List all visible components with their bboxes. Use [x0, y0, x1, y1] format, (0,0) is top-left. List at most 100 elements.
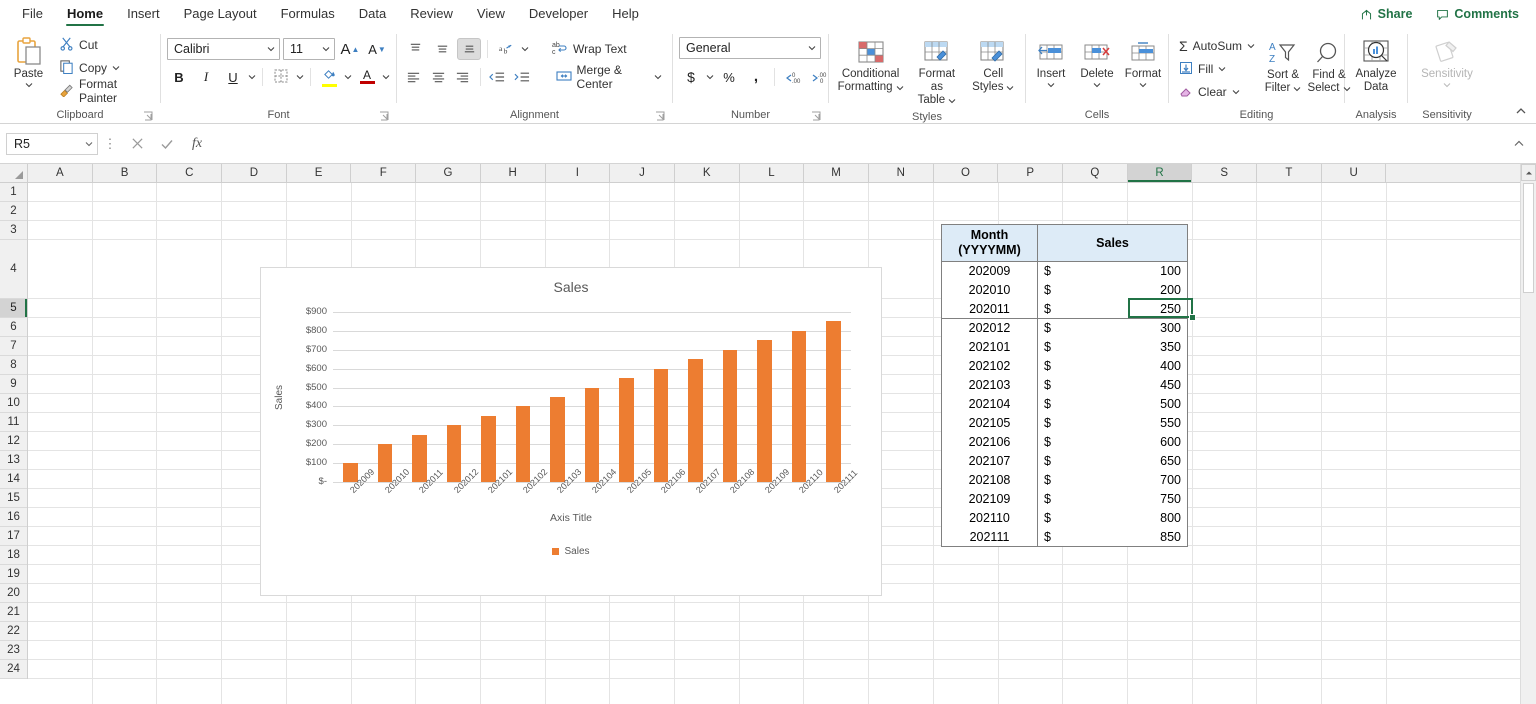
row-header-14[interactable]: 14 [0, 470, 27, 489]
delete-cells-button[interactable]: Delete [1075, 34, 1119, 91]
cell-sales[interactable]: $200 [1038, 281, 1188, 300]
copy-button[interactable]: Copy [55, 57, 154, 79]
decrease-font-size-button[interactable]: A▼ [365, 38, 389, 60]
chart-bar[interactable] [447, 425, 462, 482]
row-header-21[interactable]: 21 [0, 603, 27, 622]
cell-sales[interactable]: $650 [1038, 452, 1188, 471]
row-header-3[interactable]: 3 [0, 221, 27, 240]
row-header-10[interactable]: 10 [0, 394, 27, 413]
chart-bar[interactable] [688, 359, 703, 482]
tab-review[interactable]: Review [398, 0, 465, 28]
chart-bar[interactable] [723, 350, 738, 482]
column-header-h[interactable]: H [481, 164, 546, 182]
column-header-g[interactable]: G [416, 164, 481, 182]
cell-month[interactable]: 202103 [942, 376, 1038, 395]
cell-area[interactable]: Sales Sales $-$100$200$300$400$500$600$7… [28, 183, 1536, 704]
number-format-combo[interactable]: General [679, 37, 821, 59]
cell-month[interactable]: 202105 [942, 414, 1038, 433]
cell-sales[interactable]: $800 [1038, 509, 1188, 528]
column-header-r[interactable]: R [1128, 164, 1193, 182]
table-row[interactable]: 202109$750 [942, 490, 1188, 509]
paste-chevron-down-icon[interactable] [25, 81, 33, 89]
number-dialog-launcher[interactable] [811, 111, 822, 122]
column-header-c[interactable]: C [157, 164, 222, 182]
vertical-scrollbar[interactable] [1520, 164, 1536, 704]
chart-bar[interactable] [516, 406, 531, 482]
cell-month[interactable]: 202012 [942, 319, 1038, 338]
format-as-table-button[interactable]: Format as Table [908, 34, 965, 109]
font-color-button[interactable]: A [355, 66, 379, 88]
cell-month[interactable]: 202107 [942, 452, 1038, 471]
paste-button[interactable]: Paste [6, 34, 51, 91]
cell-sales[interactable]: $400 [1038, 357, 1188, 376]
format-cells-button[interactable]: Format [1121, 34, 1165, 91]
chart-bar[interactable] [619, 378, 634, 482]
clear-button[interactable]: Clear [1175, 81, 1259, 103]
chart-bar[interactable] [378, 444, 393, 482]
table-row[interactable]: 202009$100 [942, 262, 1188, 281]
borders-button[interactable] [269, 66, 293, 88]
select-all-corner[interactable] [0, 164, 28, 183]
name-box[interactable]: R5 [6, 133, 98, 155]
sensitivity-button[interactable]: Sensitivity [1414, 34, 1480, 91]
cell-month[interactable]: 202111 [942, 528, 1038, 547]
insert-cells-button[interactable]: Insert [1029, 34, 1073, 91]
underline-chevron-down-icon[interactable] [248, 73, 256, 81]
row-header-11[interactable]: 11 [0, 413, 27, 432]
comma-format-button[interactable]: , [744, 66, 768, 88]
autosum-button[interactable]: Σ AutoSum [1175, 35, 1259, 57]
cell-month[interactable]: 202109 [942, 490, 1038, 509]
cell-sales[interactable]: $700 [1038, 471, 1188, 490]
italic-button[interactable]: I [194, 66, 218, 88]
fill-handle[interactable] [1189, 314, 1196, 321]
fill-chevron-down-icon[interactable] [1218, 65, 1226, 73]
font-name-combo[interactable]: Calibri [167, 38, 280, 60]
cell-sales[interactable]: $500 [1038, 395, 1188, 414]
currency-chevron-down-icon[interactable] [706, 73, 714, 81]
name-box-chevron-down-icon[interactable] [85, 140, 93, 148]
row-header-23[interactable]: 23 [0, 641, 27, 660]
increase-indent-button[interactable] [511, 66, 533, 88]
align-top-button[interactable] [403, 38, 427, 60]
insert-function-icon[interactable]: fx [182, 132, 212, 156]
formula-bar-grip[interactable]: ⋮ [98, 136, 122, 152]
cell-sales[interactable]: $450 [1038, 376, 1188, 395]
row-header-4[interactable]: 4 [0, 240, 27, 299]
tab-view[interactable]: View [465, 0, 517, 28]
cell-sales[interactable]: $850 [1038, 528, 1188, 547]
font-color-chevron-down-icon[interactable] [382, 73, 390, 81]
font-name-chevron-down-icon[interactable] [267, 45, 275, 53]
conditional-formatting-chevron-down-icon[interactable] [896, 84, 904, 92]
cell-sales[interactable]: $300 [1038, 319, 1188, 338]
row-header-20[interactable]: 20 [0, 584, 27, 603]
row-header-17[interactable]: 17 [0, 527, 27, 546]
table-row[interactable]: 202107$650 [942, 452, 1188, 471]
column-header-t[interactable]: T [1257, 164, 1322, 182]
comments-button[interactable]: Comments [1427, 3, 1528, 25]
table-row[interactable]: 202103$450 [942, 376, 1188, 395]
cell-month[interactable]: 202011 [942, 300, 1038, 319]
confirm-edit-icon[interactable] [152, 132, 182, 156]
cell-sales[interactable]: $100 [1038, 262, 1188, 281]
clear-chevron-down-icon[interactable] [1232, 88, 1240, 96]
insert-chevron-down-icon[interactable] [1047, 81, 1055, 89]
row-header-18[interactable]: 18 [0, 546, 27, 565]
increase-font-size-button[interactable]: A▲ [338, 38, 362, 60]
column-header-j[interactable]: J [610, 164, 675, 182]
expand-formula-bar-button[interactable] [1508, 133, 1530, 155]
cell-month[interactable]: 202009 [942, 262, 1038, 281]
column-header-e[interactable]: E [287, 164, 352, 182]
format-as-table-chevron-down-icon[interactable] [948, 97, 956, 105]
column-header-o[interactable]: O [934, 164, 999, 182]
sort-filter-button[interactable]: AZ Sort & Filter [1261, 35, 1305, 97]
sort-filter-chevron-down-icon[interactable] [1293, 85, 1301, 93]
decrease-indent-button[interactable] [486, 66, 508, 88]
format-painter-button[interactable]: Format Painter [55, 80, 154, 102]
chart-bar[interactable] [412, 435, 427, 482]
cell-sales[interactable]: $600 [1038, 433, 1188, 452]
wrap-text-button[interactable]: abc Wrap Text [548, 38, 631, 60]
row-header-2[interactable]: 2 [0, 202, 27, 221]
cell-sales[interactable]: $350 [1038, 338, 1188, 357]
column-header-f[interactable]: F [351, 164, 416, 182]
clipboard-dialog-launcher[interactable] [143, 111, 154, 122]
